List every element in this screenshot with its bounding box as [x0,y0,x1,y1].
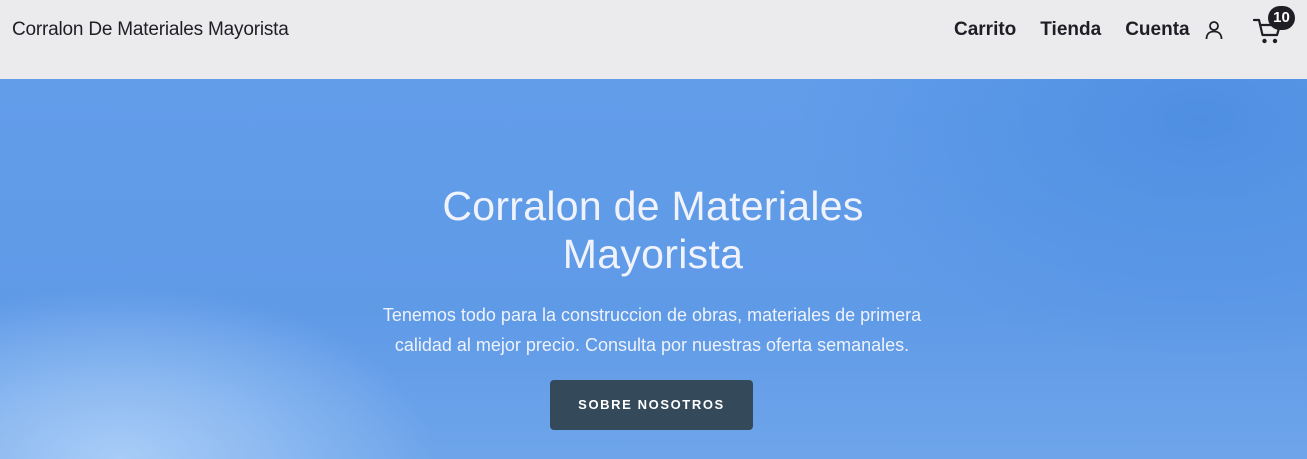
about-us-button[interactable]: SOBRE NOSOTROS [550,380,753,430]
cart-count-badge: 10 [1268,6,1295,30]
nav-link-tienda[interactable]: Tienda [1040,18,1101,42]
hero-banner: Corralon de Materiales Mayorista Tenemos… [0,79,1307,459]
hero-description: Tenemos todo para la construccion de obr… [382,305,922,355]
nav-link-cuenta[interactable]: Cuenta [1125,18,1189,42]
main-nav: Carrito Tienda Cuenta [954,18,1214,42]
account-button[interactable] [1202,18,1226,42]
site-header: Corralon De Materiales Mayorista Carrito… [0,0,1307,79]
nav-link-carrito[interactable]: Carrito [954,18,1016,42]
hero-title: Corralon de Materiales Mayorista [442,183,864,277]
site-title-link[interactable]: Corralon De Materiales Mayorista [12,18,289,42]
user-icon [1205,21,1223,40]
